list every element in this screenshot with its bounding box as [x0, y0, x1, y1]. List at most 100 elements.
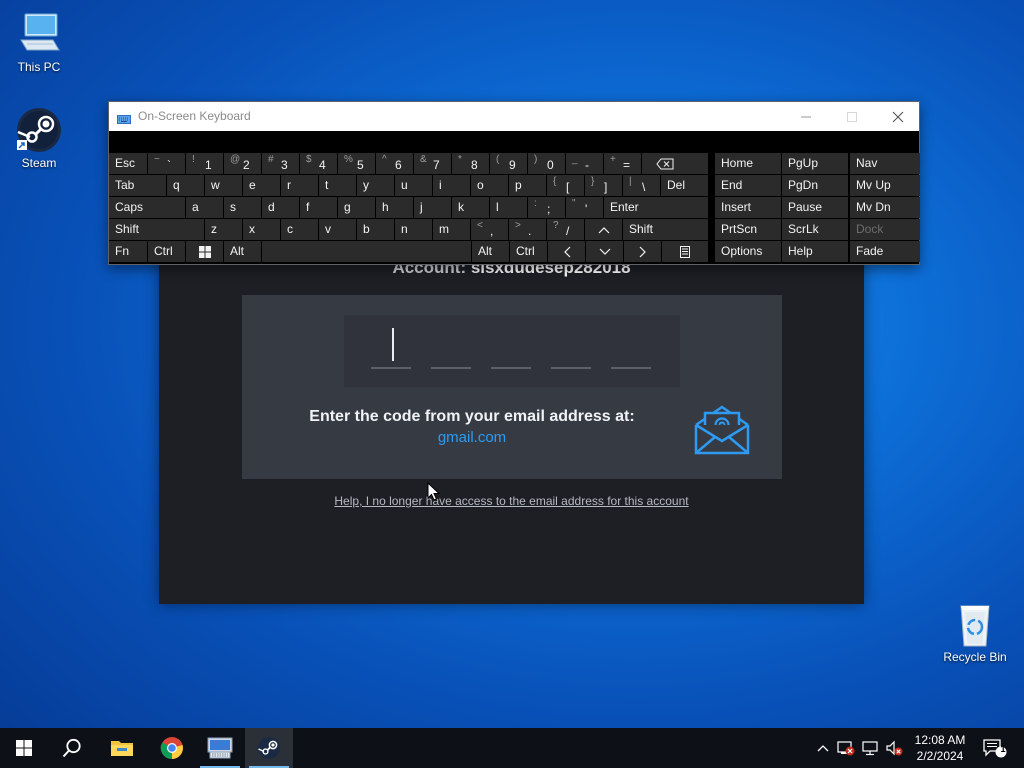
key-y[interactable]: y — [357, 175, 394, 196]
key-pgup[interactable]: PgUp — [782, 153, 848, 174]
key-fn[interactable]: Fn — [109, 241, 147, 262]
key-j[interactable]: j — [414, 197, 451, 218]
osk-titlebar[interactable]: On-Screen Keyboard — [109, 102, 919, 131]
key-3[interactable]: #3 — [262, 153, 299, 174]
desktop-icon-steam[interactable]: Steam — [1, 106, 77, 170]
desktop-icon-recycle-bin[interactable]: Recycle Bin — [937, 600, 1013, 664]
action-center-button[interactable]: 1 — [980, 738, 1010, 758]
maximize-button[interactable] — [829, 102, 875, 131]
key-quote[interactable]: " ' — [566, 197, 603, 218]
key-fade[interactable]: Fade — [850, 241, 920, 262]
key-9[interactable]: (9 — [490, 153, 527, 174]
key-pause[interactable]: Pause — [782, 197, 848, 218]
key-t[interactable]: t — [319, 175, 356, 196]
key-c[interactable]: c — [281, 219, 318, 240]
steam-taskbar-button[interactable] — [245, 728, 293, 768]
key-n[interactable]: n — [395, 219, 432, 240]
key-d[interactable]: d — [262, 197, 299, 218]
key-tab[interactable]: Tab — [109, 175, 166, 196]
key-equals[interactable]: + = — [604, 153, 641, 174]
key-left-bracket[interactable]: {[ — [547, 175, 584, 196]
key-7[interactable]: & 7 — [414, 153, 451, 174]
code-slot[interactable] — [431, 367, 471, 369]
show-hidden-icons-button[interactable] — [814, 738, 832, 758]
chrome-button[interactable] — [148, 728, 196, 768]
key-o[interactable]: o — [471, 175, 508, 196]
key-arrow-up[interactable] — [585, 219, 622, 240]
key-h[interactable]: h — [376, 197, 413, 218]
key-options[interactable]: Options — [715, 241, 781, 262]
key-right-bracket[interactable]: }] — [585, 175, 622, 196]
key-insert[interactable]: Insert — [715, 197, 781, 218]
key-arrow-left[interactable] — [548, 241, 585, 262]
key-l[interactable]: l — [490, 197, 527, 218]
key-p[interactable]: p — [509, 175, 546, 196]
key-comma[interactable]: <, — [471, 219, 508, 240]
key-prtscn[interactable]: PrtScn — [715, 219, 781, 240]
key-esc[interactable]: Esc — [109, 153, 147, 174]
network-tray-button[interactable] — [860, 738, 880, 758]
code-slot[interactable] — [371, 367, 411, 369]
key-6[interactable]: ^ 6 — [376, 153, 413, 174]
key-a[interactable]: a — [186, 197, 223, 218]
start-button[interactable] — [0, 728, 48, 768]
code-slot[interactable] — [551, 367, 591, 369]
on-screen-keyboard-taskbar-button[interactable] — [196, 728, 244, 768]
key-scrlk[interactable]: ScrLk — [782, 219, 848, 240]
key-i[interactable]: i — [433, 175, 470, 196]
close-button[interactable] — [875, 102, 921, 131]
key-v[interactable]: v — [319, 219, 356, 240]
key-z[interactable]: z — [205, 219, 242, 240]
key-5[interactable]: % 5 — [338, 153, 375, 174]
key-x[interactable]: x — [243, 219, 280, 240]
key-8[interactable]: * 8 — [452, 153, 489, 174]
key-del[interactable]: Del — [661, 175, 708, 196]
key-g[interactable]: g — [338, 197, 375, 218]
key-b[interactable]: b — [357, 219, 394, 240]
key-minus[interactable]: _ - — [566, 153, 603, 174]
security-tray-button[interactable] — [836, 738, 856, 758]
clock[interactable]: 12:08 AM 2/2/2024 — [905, 732, 975, 764]
key-alt-right[interactable]: Alt — [472, 241, 509, 262]
key-caps[interactable]: Caps — [109, 197, 185, 218]
key-0[interactable]: ) 0 — [528, 153, 565, 174]
key-f[interactable]: f — [300, 197, 337, 218]
no-email-access-link[interactable]: Help, I no longer have access to the ema… — [159, 494, 864, 508]
key-ctrl-right[interactable]: Ctrl — [510, 241, 547, 262]
key-home[interactable]: Home — [715, 153, 781, 174]
key-e[interactable]: e — [243, 175, 280, 196]
key-4[interactable]: $4 — [300, 153, 337, 174]
desktop-icon-this-pc[interactable]: This PC — [1, 10, 77, 74]
key-help[interactable]: Help — [782, 241, 848, 262]
key-pgdn[interactable]: PgDn — [782, 175, 848, 196]
key-nav[interactable]: Nav — [850, 153, 920, 174]
key-backtick[interactable]: ~ ` — [148, 153, 185, 174]
key-context-menu[interactable] — [662, 241, 708, 262]
key-slash[interactable]: ? / — [547, 219, 584, 240]
key-m[interactable]: m — [433, 219, 470, 240]
code-slot[interactable] — [491, 367, 531, 369]
key-arrow-down[interactable] — [586, 241, 623, 262]
file-explorer-button[interactable] — [98, 728, 146, 768]
key-space[interactable] — [262, 241, 471, 262]
key-u[interactable]: u — [395, 175, 432, 196]
key-end[interactable]: End — [715, 175, 781, 196]
code-slot[interactable] — [611, 367, 651, 369]
minimize-button[interactable] — [783, 102, 829, 131]
key-shift-right[interactable]: Shift — [623, 219, 708, 240]
key-mv-dn[interactable]: Mv Dn — [850, 197, 920, 218]
key-r[interactable]: r — [281, 175, 318, 196]
volume-tray-button[interactable] — [884, 738, 904, 758]
key-1[interactable]: ! 1 — [186, 153, 223, 174]
code-input[interactable] — [344, 315, 680, 387]
key-semicolon[interactable]: :; — [528, 197, 565, 218]
key-backspace[interactable] — [642, 153, 708, 174]
key-s[interactable]: s — [224, 197, 261, 218]
key-2[interactable]: @2 — [224, 153, 261, 174]
key-k[interactable]: k — [452, 197, 489, 218]
key-shift-left[interactable]: Shift — [109, 219, 204, 240]
key-w[interactable]: w — [205, 175, 242, 196]
key-period[interactable]: >. — [509, 219, 546, 240]
key-alt-left[interactable]: Alt — [224, 241, 261, 262]
key-backslash[interactable]: | \ — [623, 175, 660, 196]
